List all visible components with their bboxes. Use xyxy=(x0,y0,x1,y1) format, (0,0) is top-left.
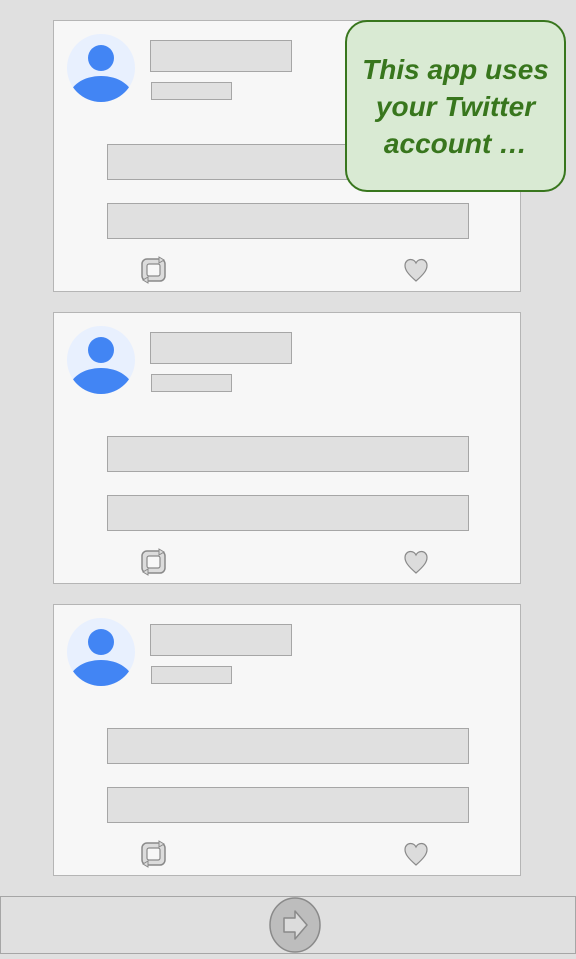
user-avatar-icon xyxy=(67,34,135,102)
info-tooltip: This app uses your Twitter account … xyxy=(345,20,566,192)
heart-icon[interactable] xyxy=(403,549,433,579)
username-placeholder xyxy=(150,332,292,364)
tweet-text-placeholder xyxy=(107,787,469,823)
heart-icon[interactable] xyxy=(403,841,433,871)
retweet-icon[interactable] xyxy=(139,254,169,284)
arrow-right-icon xyxy=(269,897,321,953)
tweet-text-placeholder xyxy=(107,436,469,472)
handle-placeholder xyxy=(151,666,232,684)
bottom-bar xyxy=(0,896,576,954)
user-avatar-icon xyxy=(67,326,135,394)
handle-placeholder xyxy=(151,82,232,100)
tweet-text-placeholder xyxy=(107,495,469,531)
tweet-text-placeholder xyxy=(107,728,469,764)
tweet-card xyxy=(53,604,521,876)
tweet-text-placeholder xyxy=(107,203,469,239)
next-button[interactable] xyxy=(268,897,322,953)
username-placeholder xyxy=(150,40,292,72)
retweet-icon[interactable] xyxy=(139,838,169,868)
tooltip-text: This app uses your Twitter account … xyxy=(362,53,549,159)
tweet-card xyxy=(53,312,521,584)
heart-icon[interactable] xyxy=(403,257,433,287)
user-avatar-icon xyxy=(67,618,135,686)
username-placeholder xyxy=(150,624,292,656)
handle-placeholder xyxy=(151,374,232,392)
retweet-icon[interactable] xyxy=(139,546,169,576)
